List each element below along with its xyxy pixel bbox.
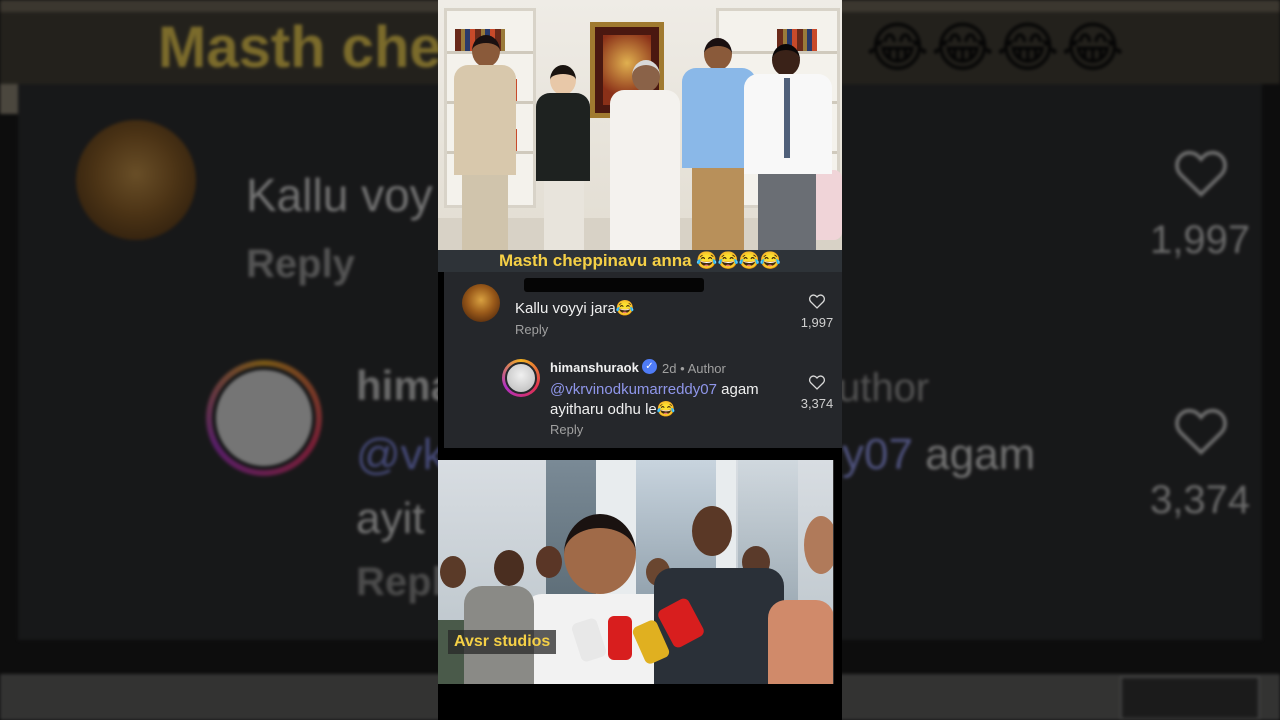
comment-text-body: Kallu voyyi jara bbox=[515, 300, 616, 317]
laugh-emoji: 😂 bbox=[615, 300, 635, 317]
crowd-person bbox=[440, 556, 466, 588]
comment-meta: 2d • Author bbox=[662, 361, 726, 376]
bg-heart-icon-2 bbox=[1175, 408, 1227, 456]
reply-text-line2: ayitharu odhu le😂 bbox=[550, 400, 675, 418]
person-1 bbox=[454, 35, 516, 250]
microphone bbox=[608, 616, 632, 660]
heart-icon[interactable] bbox=[808, 293, 826, 309]
like-count: 1,997 bbox=[800, 315, 834, 330]
bg-reply2: Repl bbox=[356, 560, 443, 604]
crowd-person bbox=[804, 516, 833, 574]
bg-mention-tail: y07 agam bbox=[842, 430, 1036, 479]
bg-like-count: 1,997 bbox=[1150, 218, 1251, 262]
bg-mention: @vk bbox=[356, 430, 445, 479]
mention-link[interactable]: @vkrvinodkumarreddy07 bbox=[550, 381, 717, 398]
laugh-emoji-2: 😂 bbox=[656, 401, 676, 418]
video-caption: Masth cheppinavu anna 😂😂😂😂 bbox=[438, 250, 842, 272]
bg-mention-tail-blue: y07 bbox=[842, 430, 913, 479]
heart-icon-2[interactable] bbox=[808, 374, 826, 390]
press-photo: Avsr studios bbox=[438, 460, 834, 684]
person-2 bbox=[536, 65, 590, 250]
bg-like-count-2: 3,374 bbox=[1150, 478, 1251, 522]
crowd-shirt bbox=[768, 600, 833, 684]
bg-emojis: 😂😂😂😂 bbox=[866, 18, 1127, 78]
bg-bottom-box bbox=[1120, 676, 1260, 720]
bg-comment-text: Kallu voy bbox=[246, 169, 433, 221]
verified-badge-icon: ✓ bbox=[642, 359, 657, 374]
speaker-face bbox=[564, 514, 636, 594]
bg-line2: ayit bbox=[356, 494, 425, 543]
caption-emojis: 😂😂😂😂 bbox=[696, 251, 782, 270]
comment-thread: Kallu voyyi jara😂 Reply 1,997 himanshura… bbox=[444, 272, 842, 448]
bg-reply: Reply bbox=[246, 242, 355, 286]
like-count-2: 3,374 bbox=[800, 396, 834, 411]
reply-text-line2-body: ayitharu odhu le bbox=[550, 401, 657, 418]
reply-text-line1: @vkrvinodkumarreddy07 agam bbox=[550, 381, 759, 398]
bg-caption: Masth che bbox=[158, 15, 442, 80]
short-video[interactable]: Masth cheppinavu anna 😂😂😂😂 Kallu voyyi j… bbox=[438, 0, 842, 720]
bg-avatar bbox=[76, 120, 196, 240]
crowd-person bbox=[494, 550, 524, 586]
meta-separator: • bbox=[680, 361, 685, 376]
reply-button[interactable]: Reply bbox=[515, 322, 548, 337]
crowd-person bbox=[692, 506, 732, 556]
username[interactable]: himanshuraok bbox=[550, 360, 639, 375]
reply-text-rest: agam bbox=[716, 381, 759, 398]
bg-author: uthor bbox=[838, 366, 930, 410]
comment-text: Kallu voyyi jara😂 bbox=[515, 299, 635, 317]
person-3 bbox=[610, 60, 680, 250]
redacted-username bbox=[524, 278, 704, 292]
crowd-person bbox=[536, 546, 562, 578]
bg-left-light bbox=[0, 84, 20, 114]
reply-button-2[interactable]: Reply bbox=[550, 422, 583, 437]
person-5 bbox=[744, 44, 832, 250]
group-photo bbox=[438, 0, 842, 250]
bg-heart-icon bbox=[1175, 150, 1227, 198]
bg-avatar-ring bbox=[206, 360, 322, 476]
video-frame: Masth che 😂😂😂😂 Kallu voy Reply 1,997 him… bbox=[0, 0, 1280, 720]
caption-text: Masth cheppinavu anna bbox=[498, 251, 692, 270]
channel-watermark: Avsr studios bbox=[448, 630, 557, 654]
comment-age: 2d bbox=[662, 361, 677, 376]
avatar-with-story-ring[interactable] bbox=[502, 359, 540, 397]
avatar[interactable] bbox=[462, 284, 500, 322]
author-label: Author bbox=[687, 361, 726, 376]
